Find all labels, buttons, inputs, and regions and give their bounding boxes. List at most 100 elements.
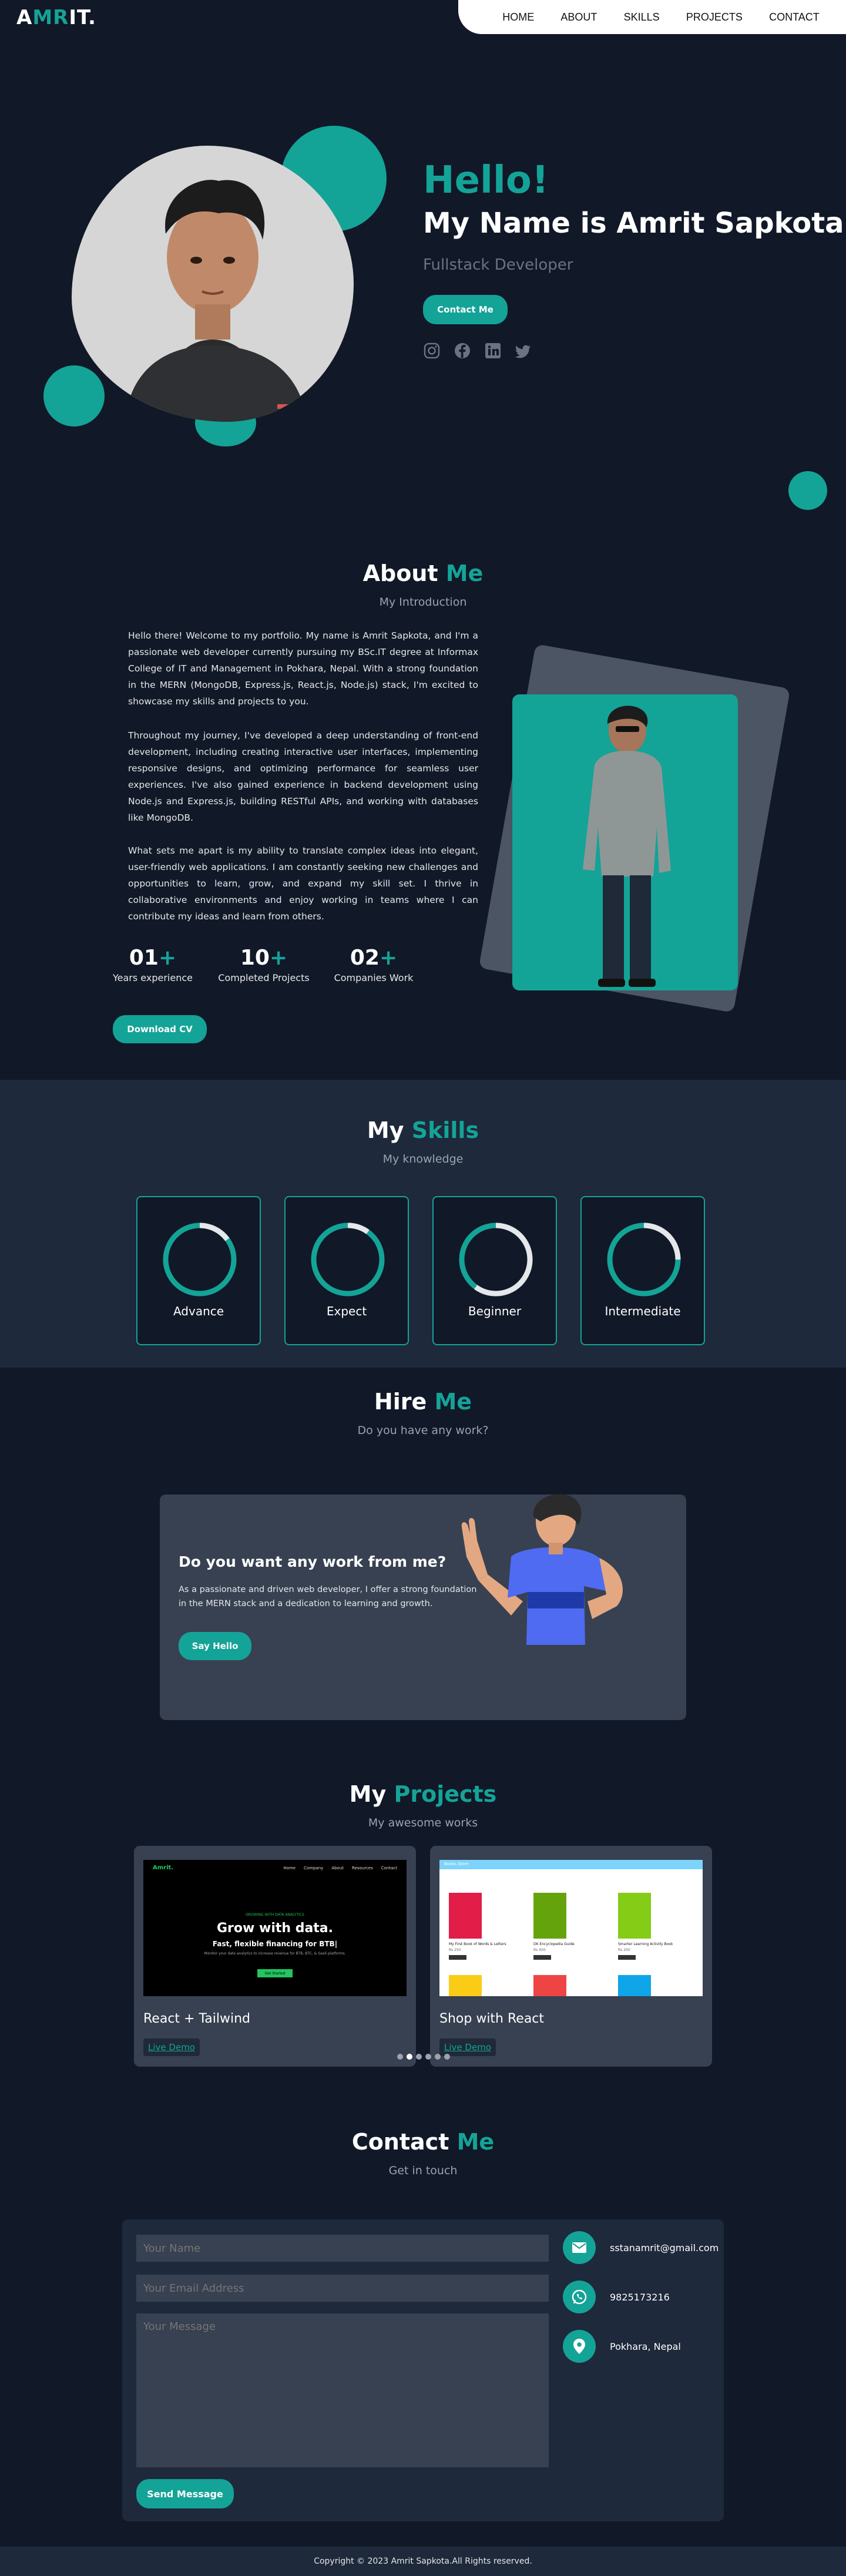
shot-kicker: GROWING WITH DATA ANALYTICS [246,1913,304,1917]
nav-link-about[interactable]: ABOUT [560,11,597,23]
carousel-dot[interactable] [407,2054,412,2060]
project-screenshot-growth: Amrit. Home Company About Resources Cont… [143,1860,407,1996]
hero-portrait [72,146,354,422]
project-title: Shop with React [439,2011,545,2026]
linkedin-icon[interactable] [484,342,502,360]
skill-ring-track [311,1222,385,1297]
stat-plus: + [269,946,288,970]
stat-experience: 01+ Years experience [110,946,195,983]
download-cv-button[interactable]: Download CV [113,1015,207,1043]
carousel-dot[interactable] [435,2054,441,2060]
carousel-dot[interactable] [444,2054,450,2060]
hire-subtitle: Do you have any work? [357,1424,489,1437]
mail-icon [563,2231,596,2264]
live-demo-link[interactable]: Live Demo [143,2038,200,2056]
project-card[interactable]: Books Store My First Book of Words & Let… [430,1846,712,2067]
shot-subheading: Fast, flexible financing for BTB| [212,1940,338,1948]
skills-title-b: Skills [411,1117,479,1143]
nav-link-contact[interactable]: CONTACT [769,11,820,23]
shot-heading: Grow with data. [216,1921,334,1936]
book-cover [618,1975,651,1996]
send-message-button[interactable]: Send Message [136,2479,234,2508]
shot-button: Get Started [257,1969,293,1977]
book-price: Rs 450 [533,1948,546,1952]
shot-menu-item: Contact [381,1866,397,1870]
book-price: Rs 250 [449,1948,461,1952]
shot-menu-item: About [331,1866,344,1870]
book-button [533,1955,551,1960]
shot-brand: Books Store [444,1862,469,1866]
skill-progress-ring [311,1222,385,1297]
hero-deco-circle-right [788,471,827,510]
shot-header-bar: Books Store [439,1860,703,1869]
nav-link-projects[interactable]: PROJECTS [686,11,743,23]
carousel-dot[interactable] [416,2054,422,2060]
hero-hello: Hello! [423,159,549,202]
say-hello-button[interactable]: Say Hello [179,1632,251,1660]
skill-label: Advance [173,1304,224,1318]
project-card[interactable]: Amrit. Home Company About Resources Cont… [134,1846,416,2067]
top-navigation: HOME ABOUT SKILLS PROJECTS CONTACT [458,0,846,34]
twitter-icon[interactable] [515,342,532,360]
project-screenshot-bookstore: Books Store My First Book of Words & Let… [439,1860,703,1996]
skill-card-beginner: Beginner [432,1196,557,1345]
carousel-dot[interactable] [397,2054,403,2060]
book-title: DK Encyclopedia Guide [533,1942,575,1946]
skill-card-expect: Expect [284,1196,409,1345]
about-photo [512,694,738,990]
stat-projects: 10+ Completed Projects [214,946,314,983]
hire-title: Hire Me [0,1389,846,1415]
book-title: Smarter Learning Activity Book [618,1942,673,1946]
skill-progress-ring [607,1222,681,1297]
email-input[interactable] [136,2275,549,2302]
book-cover [449,1975,482,1996]
contact-phone: 9825173216 [563,2281,670,2313]
book-cover [618,1893,651,1939]
hire-heading: Do you want any work from me? [179,1553,446,1570]
contact-location: Pokhara, Nepal [563,2330,681,2363]
hire-body: As a passionate and driven web developer… [179,1585,477,1608]
hero-deco-circle-left [43,365,105,426]
skill-progress-ring [459,1222,533,1297]
skill-card-advance: Advance [136,1196,261,1345]
about-title-a: About [362,560,438,586]
book-cover [449,1893,482,1939]
nav-link-skills[interactable]: SKILLS [624,11,660,23]
projects-subtitle: My awesome works [368,1816,478,1829]
hero-name: My Name is Amrit Sapkota [423,207,844,240]
logo-part-a: A [16,6,33,29]
name-input[interactable] [136,2235,549,2262]
site-logo[interactable]: AMRIT. [16,6,96,29]
book-cover [533,1975,566,1996]
contact-me-button[interactable]: Contact Me [423,295,508,324]
book-button [449,1955,466,1960]
facebook-icon[interactable] [454,342,471,360]
carousel-dot[interactable] [425,2054,431,2060]
hire-title-b: Me [434,1389,472,1415]
instagram-icon[interactable] [423,342,441,360]
shot-menu-item: Home [283,1866,296,1870]
stat-plus: + [158,946,177,970]
location-pin-icon [563,2330,596,2363]
shot-body: Monitor your data analytics to increase … [204,1952,346,1956]
nav-link-home[interactable]: HOME [502,11,534,23]
project-title: React + Tailwind [143,2011,250,2026]
stat-companies-value: 02 [350,946,380,970]
standing-person-illustration [583,706,671,987]
skill-card-intermediate: Intermediate [580,1196,705,1345]
book-title: My First Book of Words & Letters [449,1942,506,1946]
skill-label: Beginner [468,1304,522,1318]
message-input[interactable] [136,2313,549,2467]
contact-subtitle: Get in touch [388,2164,458,2177]
book-cover [533,1893,566,1939]
projects-title-a: My [349,1781,387,1807]
stat-experience-label: Years experience [113,972,193,983]
waving-person-illustration [452,1486,664,1651]
contact-title-a: Contact [351,2129,449,2155]
contact-email: sstanamrit@gmail.com [563,2231,719,2264]
about-paragraph-1: Hello there! Welcome to my portfolio. My… [128,630,478,707]
contact-email-text[interactable]: sstanamrit@gmail.com [610,2242,719,2253]
contact-phone-text[interactable]: 9825173216 [610,2292,670,2303]
carousel-dots [397,2054,450,2060]
social-links [423,342,532,360]
